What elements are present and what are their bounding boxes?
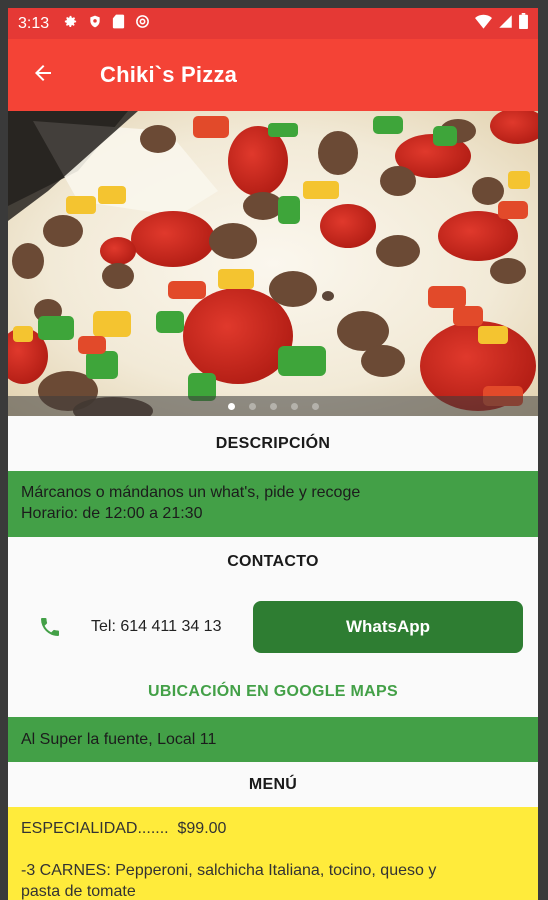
description-box: Márcanos o mándanos un what's, pide y re… [8, 471, 538, 537]
phone-number[interactable]: Tel: 614 411 34 13 [91, 618, 241, 636]
whatsapp-button[interactable]: WhatsApp [253, 601, 523, 653]
menu-heading: MENÚ [8, 762, 538, 807]
description-line: Márcanos o mándanos un what's, pide y re… [21, 484, 361, 501]
phone-icon[interactable] [27, 615, 73, 639]
contact-row: Tel: 614 411 34 13 WhatsApp [8, 587, 538, 667]
arrow-back-icon [31, 61, 55, 90]
carousel-dot[interactable] [227, 402, 235, 410]
menu-item-line: pasta de tomate [21, 883, 136, 900]
carousel-dot[interactable] [269, 402, 277, 410]
address-box: Al Super la fuente, Local 11 [8, 717, 538, 762]
hours-line: Horario: de 12:00 a 21:30 [21, 505, 203, 522]
status-time: 3:13 [18, 14, 50, 32]
google-maps-link[interactable]: UBICACIÓN EN GOOGLE MAPS [8, 667, 538, 717]
address-text: Al Super la fuente, Local 11 [21, 731, 217, 748]
image-carousel[interactable] [8, 111, 538, 416]
signal-icon [498, 14, 513, 34]
carousel-indicator [8, 396, 538, 416]
page-title: Chiki`s Pizza [100, 62, 238, 87]
phone-screen: 3:13 Chiki`s Pizza DESCRIPCIÓN Márcanos … [8, 8, 538, 900]
back-button[interactable] [8, 39, 78, 111]
description-heading: DESCRIPCIÓN [8, 416, 538, 471]
status-bar: 3:13 [8, 8, 538, 39]
carousel-dot[interactable] [290, 402, 298, 410]
menu-box: ESPECIALIDAD....... $99.00 -3 CARNES: Pe… [8, 807, 538, 900]
app-bar: Chiki`s Pizza [8, 39, 538, 111]
menu-item-line: -3 CARNES: Pepperoni, salchicha Italiana… [21, 862, 437, 879]
pizza-photo [8, 111, 538, 416]
sd-card-icon [112, 14, 125, 34]
contact-heading: CONTACTO [8, 537, 538, 587]
battery-icon [519, 13, 528, 34]
settings-icon [63, 14, 78, 34]
shield-icon [88, 14, 102, 34]
specialty-line: ESPECIALIDAD....... $99.00 [21, 820, 227, 837]
carousel-dot[interactable] [311, 402, 319, 410]
carousel-dot[interactable] [248, 402, 256, 410]
wifi-icon [475, 14, 492, 34]
at-icon [135, 14, 150, 34]
